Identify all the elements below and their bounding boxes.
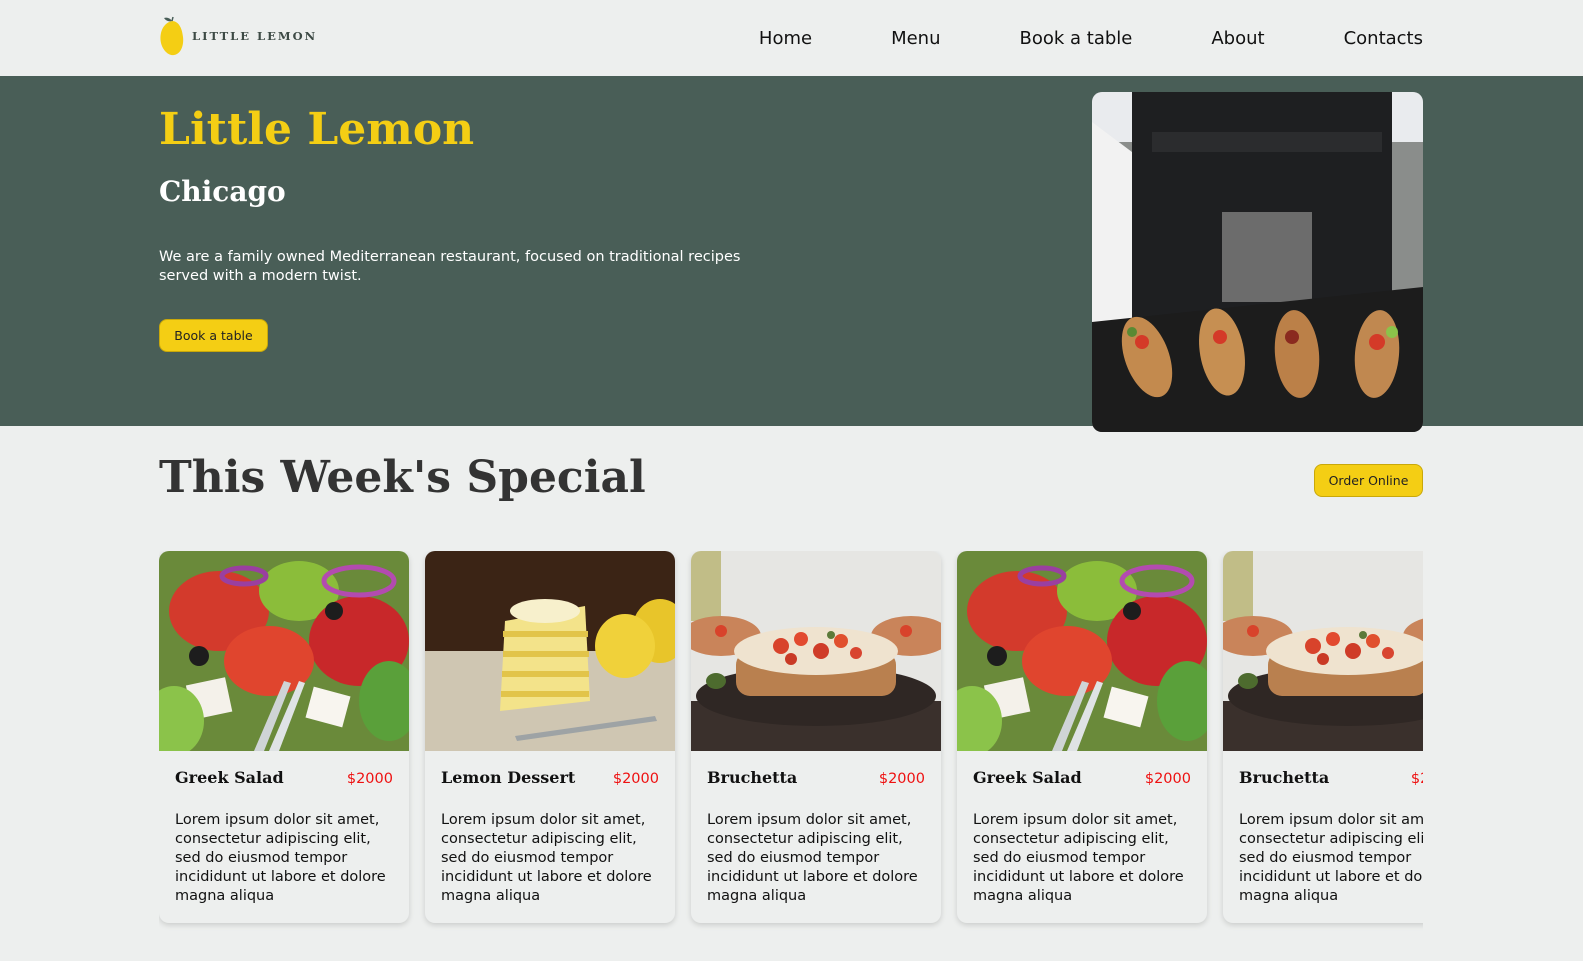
card-description: Lorem ipsum dolor sit amet, consectetur … (175, 812, 386, 904)
special-card[interactable]: Bruchetta $2000 Lorem ipsum dolor sit am… (691, 551, 941, 923)
hero-image (1092, 92, 1423, 432)
card-description: Lorem ipsum dolor sit amet, consectetur … (1239, 812, 1423, 904)
card-title: Bruchetta (707, 768, 798, 787)
main-nav: Home Menu Book a table About Contacts (759, 26, 1423, 52)
site-header: LITTLE LEMON Home Menu Book a table Abou… (0, 0, 1583, 76)
card-description: Lorem ipsum dolor sit amet, consectetur … (441, 812, 652, 904)
special-card[interactable]: Lemon Dessert $2000 Lorem ipsum dolor si… (425, 551, 675, 923)
special-card[interactable]: Bruchetta $2000 Lorem ipsum dolor sit am… (1223, 551, 1423, 923)
nav-book-table[interactable]: Book a table (1019, 26, 1132, 52)
card-price: $2000 (1144, 771, 1191, 787)
card-description: Lorem ipsum dolor sit amet, consectetur … (707, 812, 918, 904)
nav-menu[interactable]: Menu (891, 26, 940, 52)
nav-about[interactable]: About (1211, 26, 1264, 52)
card-price: $2000 (1410, 771, 1423, 787)
nav-home[interactable]: Home (759, 26, 812, 52)
card-price: $2000 (878, 771, 925, 787)
hero-description: We are a family owned Mediterranean rest… (159, 249, 741, 284)
specials-carousel[interactable]: Greek Salad $2000 Lorem ipsum dolor sit … (159, 551, 1423, 931)
greek-salad-image (957, 551, 1207, 751)
card-title: Greek Salad (973, 768, 1082, 787)
bruschetta-image (691, 551, 941, 751)
order-online-button[interactable]: Order Online (1314, 464, 1423, 497)
nav-contacts[interactable]: Contacts (1344, 26, 1423, 52)
lemon-dessert-image (425, 551, 675, 751)
logo[interactable]: LITTLE LEMON (159, 15, 317, 57)
card-description: Lorem ipsum dolor sit amet, consectetur … (973, 812, 1184, 904)
card-title: Bruchetta (1239, 768, 1330, 787)
card-title: Greek Salad (175, 768, 284, 787)
book-table-button[interactable]: Book a table (159, 319, 268, 352)
card-price: $2000 (346, 771, 393, 787)
card-title: Lemon Dessert (441, 768, 576, 787)
hero-subtitle: Chicago (159, 175, 286, 208)
special-card[interactable]: Greek Salad $2000 Lorem ipsum dolor sit … (957, 551, 1207, 923)
logo-text: LITTLE LEMON (192, 29, 318, 43)
special-card[interactable]: Greek Salad $2000 Lorem ipsum dolor sit … (159, 551, 409, 923)
bruschetta-image (1223, 551, 1423, 751)
greek-salad-image (159, 551, 409, 751)
specials-title: This Week's Special (159, 452, 646, 503)
lemon-icon (160, 16, 184, 56)
hero-title: Little Lemon (159, 104, 475, 155)
card-price: $2000 (612, 771, 659, 787)
